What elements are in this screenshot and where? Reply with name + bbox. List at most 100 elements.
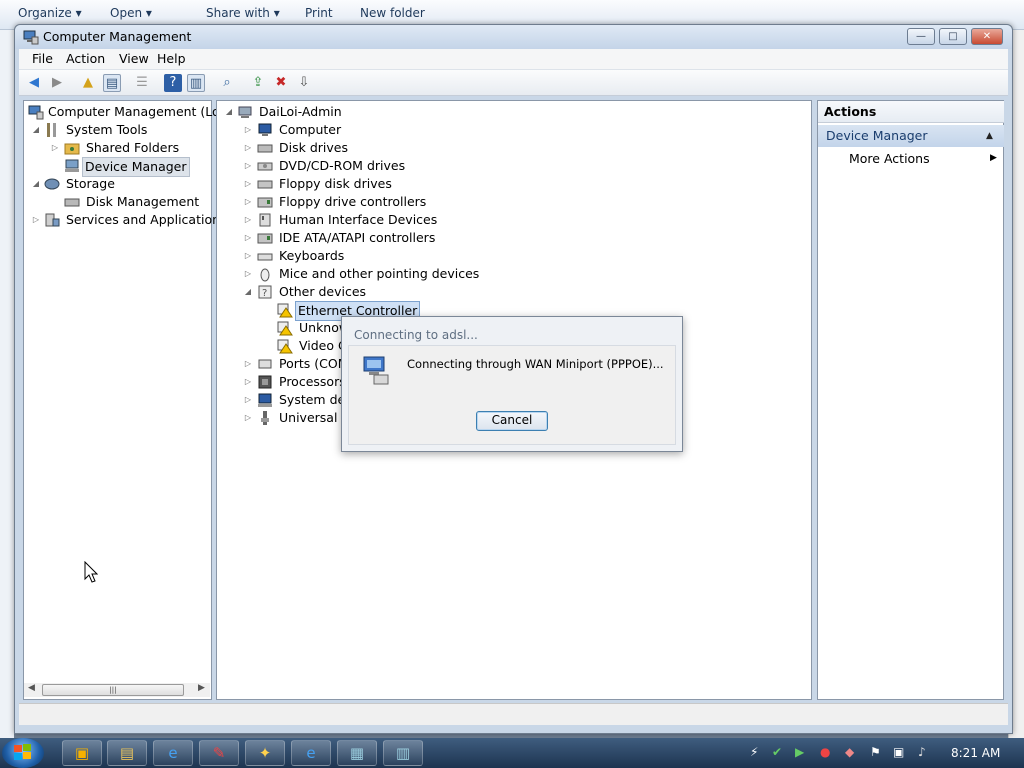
collapsed-arrow-icon[interactable]: ▷ [244,229,252,247]
minimize-button[interactable]: — [907,28,935,45]
device-category-label: Disk drives [279,140,348,155]
tray-shield-icon[interactable]: ✔ [772,745,782,759]
clock[interactable]: 8:21 AM [951,746,1000,760]
scroll-thumb[interactable]: ||| [42,684,184,696]
more-actions-link[interactable]: More Actions [849,151,930,166]
scan-hardware-icon[interactable]: ⌕ [218,74,236,92]
taskbar-computer-management[interactable]: ▥ [383,740,423,766]
menu-action[interactable]: Action [66,51,105,66]
hid-icon [259,213,271,227]
collapsed-arrow-icon[interactable]: ▷ [244,373,252,391]
actions-section-device-manager[interactable]: Device Manager ▲ [818,125,1004,147]
shared-folder-icon [64,143,80,155]
taskbar-ie[interactable]: e [153,740,193,766]
forward-arrow-icon[interactable]: ▶ [48,74,66,92]
expand-arrow-icon[interactable]: ◢ [32,121,40,139]
disable-device-icon[interactable]: ⇩ [295,74,313,92]
organize-menu[interactable]: Organize ▾ [18,6,82,20]
ide-controller-icon [257,233,273,244]
back-arrow-icon[interactable]: ◀ [25,74,43,92]
toolbar: ◀ ▶ ▲ ▤ ☰ ? ▥ ⌕ ⇪ ✖ ⇩ [19,70,1008,96]
services-icon [45,213,60,227]
horizontal-scrollbar[interactable]: ◀ ||| ▶ [24,683,210,697]
scroll-right-icon[interactable]: ▶ [198,683,205,693]
device-category-label: Human Interface Devices [279,212,438,227]
close-button[interactable]: ✕ [971,28,1003,45]
collapsed-arrow-icon[interactable]: ▷ [244,175,252,193]
device-category-label: Other devices [279,284,367,299]
scroll-left-icon[interactable]: ◀ [28,683,35,693]
actions-header: Actions [818,101,1004,123]
collapsed-arrow-icon[interactable]: ▷ [244,121,252,139]
unknown-device-icon: ? [258,285,272,299]
collapsed-arrow-icon[interactable]: ▷ [244,391,252,409]
collapsed-arrow-icon[interactable]: ▷ [244,247,252,265]
collapsed-arrow-icon[interactable]: ▷ [32,211,40,229]
taskbar-media-player[interactable]: ▣ [62,740,102,766]
show-tree-icon[interactable]: ▤ [103,74,121,92]
system-devices-icon [258,393,272,407]
taskbar: ▣ ▤ e ✎ ✦ e ▦ ▥ ⚡ ✔ ▶ ● ◆ ⚑ ▣ ♪ 8:21 AM [0,738,1024,768]
collapsed-arrow-icon[interactable]: ▷ [244,355,252,373]
tray-monitor-icon[interactable]: ▣ [893,745,904,759]
tray-antivirus-icon[interactable]: ● [820,745,830,759]
uninstall-icon[interactable]: ✖ [272,74,290,92]
up-folder-icon[interactable]: ▲ [79,74,97,92]
taskbar-paint[interactable]: ✎ [199,740,239,766]
tray-play-icon[interactable]: ▶ [795,745,804,759]
menu-view[interactable]: View [119,51,149,66]
device-category-label: Floppy disk drives [279,176,392,191]
taskbar-network[interactable]: ▦ [337,740,377,766]
actions-section-label: Device Manager [826,128,928,143]
device-category-label: IDE ATA/ATAPI controllers [279,230,436,245]
svg-text:?: ? [262,288,267,299]
device-category-label: Ports (COM [279,356,349,371]
menu-file[interactable]: File [32,51,53,66]
device-category-label: DVD/CD-ROM drives [279,158,406,173]
share-with-menu[interactable]: Share with ▾ [206,6,280,20]
tray-volume-icon[interactable]: ♪ [918,745,926,759]
open-menu[interactable]: Open ▾ [110,6,152,20]
print-button[interactable]: Print [305,6,333,20]
dialog-title: Connecting to adsl... [354,328,478,342]
update-driver-icon[interactable]: ⇪ [249,74,267,92]
maximize-button[interactable]: □ [939,28,967,45]
tree-storage-label: Storage [66,176,115,191]
network-connection-icon [363,356,389,385]
device-category-label: Keyboards [279,248,345,263]
submenu-arrow-icon[interactable]: ▶ [990,153,997,163]
menu-help[interactable]: Help [157,51,186,66]
taskbar-messenger[interactable]: ✦ [245,740,285,766]
taskbar-ie-2[interactable]: e [291,740,331,766]
expand-arrow-icon[interactable]: ◢ [225,103,233,121]
collapsed-arrow-icon[interactable]: ▷ [244,193,252,211]
collapsed-arrow-icon[interactable]: ▷ [244,265,252,283]
collapsed-arrow-icon[interactable]: ▷ [244,211,252,229]
collapsed-arrow-icon[interactable]: ▷ [244,157,252,175]
tree-shared-folders-label: Shared Folders [86,140,180,155]
tray-network-icon[interactable]: ⚡ [750,745,758,759]
processor-icon [258,375,272,389]
collapsed-arrow-icon[interactable]: ▷ [244,409,252,427]
action-pane-icon[interactable]: ▥ [187,74,205,92]
collapsed-arrow-icon[interactable]: ▷ [51,139,59,157]
start-button[interactable] [2,738,44,768]
collapse-arrow-icon[interactable]: ▲ [986,125,993,147]
usb-icon [261,411,269,425]
taskbar-explorer[interactable]: ▤ [107,740,147,766]
computer-management-icon [23,30,39,45]
collapsed-arrow-icon[interactable]: ▷ [244,139,252,157]
help-icon[interactable]: ? [164,74,182,92]
more-actions-label: More Actions [849,151,930,166]
tree-system-tools-label: System Tools [66,122,148,137]
expand-arrow-icon[interactable]: ◢ [244,283,252,301]
cancel-button[interactable]: Cancel [476,411,548,431]
computer-management-icon [28,105,44,120]
properties-icon[interactable]: ☰ [133,74,151,92]
tray-flag-icon[interactable]: ⚑ [870,745,881,759]
expand-arrow-icon[interactable]: ◢ [32,175,40,193]
new-folder-button[interactable]: New folder [360,6,425,20]
mouse-icon [260,268,270,282]
tray-app-icon[interactable]: ◆ [845,745,854,759]
title-bar[interactable]: Computer Management — □ ✕ [15,25,1012,49]
